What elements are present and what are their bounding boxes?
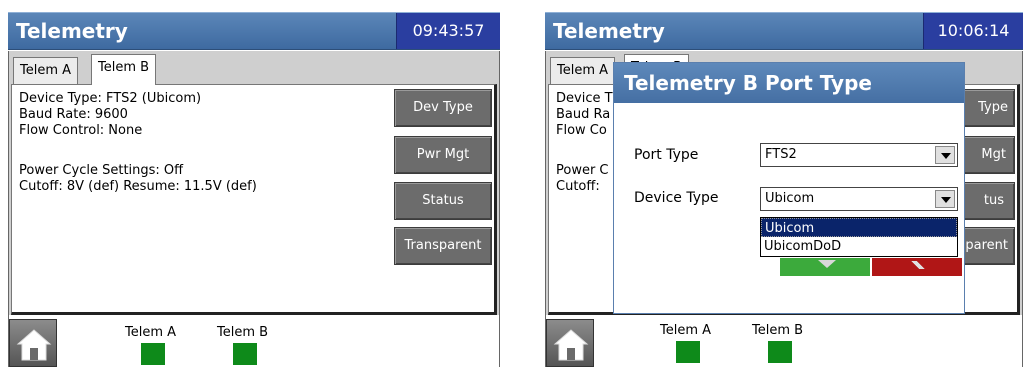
cutoff-text: Cutoff: [556, 179, 600, 194]
power-cycle-text: Power C [556, 163, 609, 178]
tab-telem-a[interactable]: Telem A [550, 57, 616, 84]
flow-control-text: Flow Control: None [19, 123, 143, 138]
telem-b-led [768, 341, 792, 363]
telem-a-label: Telem A [125, 325, 177, 340]
device-type-value: Ubicom [765, 191, 815, 206]
device-type-select[interactable]: Ubicom [760, 187, 958, 211]
chevron-down-icon[interactable] [935, 190, 955, 208]
telemetry-screen-a: Telemetry 09:43:57 Telem A Telem B Devic… [8, 0, 500, 367]
device-type-dropdown: Ubicom UbicomDoD [760, 217, 958, 257]
port-type-dialog: Telemetry B Port Type Port Type FTS2 Dev… [613, 62, 965, 314]
baud-rate-text: Baud Ra [556, 107, 611, 122]
home-icon [553, 329, 589, 361]
tab-panel: Device Type: FTS2 (Ubicom) Baud Rate: 96… [11, 84, 497, 315]
window-title: Telemetry [553, 19, 665, 43]
footer: Telem A Telem B [545, 315, 1023, 367]
device-type-text: Device T [556, 91, 613, 106]
body-area: Telem A Telem B Device Type: FTS2 (Ubico… [8, 51, 500, 315]
clock: 09:43:57 [396, 13, 500, 49]
title-bar: Telemetry 09:43:57 [8, 12, 500, 50]
home-icon [16, 329, 52, 361]
transparent-button[interactable]: Transparent [394, 227, 492, 265]
tab-telem-b[interactable]: Telem B [91, 54, 157, 85]
dev-type-button[interactable]: Dev Type [394, 89, 492, 127]
ok-button[interactable] [780, 258, 870, 276]
port-type-select[interactable]: FTS2 [760, 143, 958, 167]
telem-b-label: Telem B [752, 323, 804, 338]
telem-b-label: Telem B [217, 325, 269, 340]
tab-telem-a[interactable]: Telem A [13, 57, 79, 84]
port-type-value: FTS2 [765, 147, 797, 162]
home-button[interactable] [9, 319, 57, 367]
clock: 10:06:14 [923, 13, 1023, 49]
power-cycle-text: Power Cycle Settings: Off [19, 163, 184, 178]
footer: Telem A Telem B [8, 315, 500, 367]
cancel-button[interactable] [872, 258, 962, 276]
dropdown-option-ubicomdod[interactable]: UbicomDoD [761, 237, 957, 256]
port-type-label: Port Type [634, 147, 699, 163]
status-button[interactable]: Status [394, 182, 492, 220]
flow-control-text: Flow Co [556, 123, 607, 138]
telemetry-screen-b: Telemetry 10:06:14 Telem A Telem B Devic… [545, 0, 1023, 367]
telem-a-led [676, 341, 700, 363]
baud-rate-text: Baud Rate: 9600 [19, 107, 128, 122]
telem-b-led [233, 343, 257, 365]
window-title: Telemetry [16, 19, 128, 43]
pwr-mgt-button[interactable]: Pwr Mgt [394, 136, 492, 174]
cutoff-text: Cutoff: 8V (def) Resume: 11.5V (def) [19, 179, 257, 194]
chevron-down-icon[interactable] [935, 146, 955, 164]
telem-a-led [141, 343, 165, 365]
dialog-title: Telemetry B Port Type [614, 63, 964, 103]
device-type-text: Device Type: FTS2 (Ubicom) [19, 91, 202, 106]
dropdown-option-ubicom[interactable]: Ubicom [761, 218, 957, 237]
title-bar: Telemetry 10:06:14 [545, 12, 1023, 50]
device-type-label: Device Type [634, 190, 719, 206]
home-button[interactable] [546, 319, 594, 367]
telem-a-label: Telem A [660, 323, 712, 338]
